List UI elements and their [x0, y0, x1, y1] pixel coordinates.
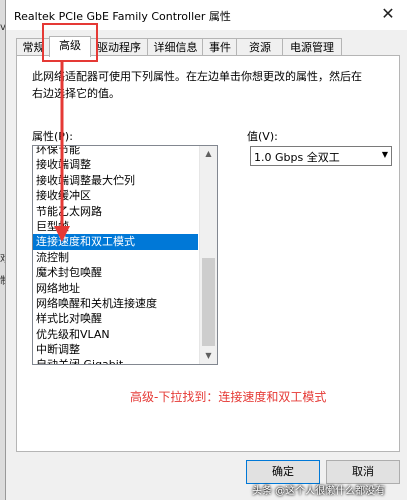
tab-power-management[interactable]: 电源管理: [282, 38, 342, 56]
property-list-item[interactable]: 巨型帧: [33, 219, 198, 234]
property-scrollbar[interactable]: ▲ ▼: [199, 146, 217, 364]
property-list-item[interactable]: 接收端调整: [33, 157, 198, 172]
cancel-button[interactable]: 取消: [326, 460, 400, 484]
property-list-item[interactable]: 流控制: [33, 250, 198, 265]
value-label: 值(V):: [247, 130, 278, 143]
value-dropdown[interactable]: 1.0 Gbps 全双工 ▼: [250, 146, 392, 166]
property-list-item[interactable]: 接收端调整最大伫列: [33, 173, 198, 188]
panel-description: 此网络适配器可使用下列属性。在左边单击你想更改的属性，然后在右边选择它的值。: [32, 70, 362, 100]
advanced-panel: 此网络适配器可使用下列属性。在左边单击你想更改的属性，然后在右边选择它的值。 属…: [16, 55, 400, 452]
scrollbar-thumb[interactable]: [202, 258, 215, 346]
property-listbox[interactable]: 环保节能 接收端调整 接收端调整最大伫列 接收缓冲区 节能乙太网路 巨型帧 连接速度和双工模…: [32, 145, 218, 365]
property-list-item[interactable]: 样式比对唤醒: [33, 311, 198, 326]
close-icon[interactable]: ✕: [378, 4, 398, 24]
property-label: 属性(P):: [32, 130, 73, 143]
tab-details[interactable]: 详细信息: [147, 38, 204, 56]
watermark-text: 头条 @这个人很懒什么都没有: [252, 486, 386, 497]
tab-driver[interactable]: 驱动程序: [89, 38, 149, 56]
property-list-item[interactable]: 优先级和VLAN: [33, 327, 198, 342]
value-dropdown-selected: 1.0 Gbps 全双工: [254, 151, 340, 164]
property-list-item[interactable]: 中断调整: [33, 342, 198, 357]
tab-advanced[interactable]: 高级: [49, 36, 91, 57]
tab-resources[interactable]: 资源: [236, 38, 284, 56]
property-list-item[interactable]: 魔术封包唤醒: [33, 265, 198, 280]
property-list-item[interactable]: 环保节能: [33, 146, 198, 157]
property-list-item[interactable]: 接收缓冲区: [33, 188, 198, 203]
property-list-item[interactable]: 连接速度和双工模式: [33, 234, 198, 250]
ok-button[interactable]: 确定: [246, 460, 320, 484]
tab-events[interactable]: 事件: [202, 38, 238, 56]
property-list-item[interactable]: 自动关闭 Gigabit: [33, 357, 198, 364]
chevron-down-icon[interactable]: ▼: [200, 348, 217, 364]
window-title: Realtek PCIe GbE Family Controller 属性: [14, 10, 231, 23]
chevron-down-icon[interactable]: ▼: [382, 150, 388, 159]
property-list-item[interactable]: 网络地址: [33, 281, 198, 296]
annotation-text: 高级-下拉找到：连接速度和双工模式: [130, 390, 327, 404]
property-list: 环保节能 接收端调整 接收端调整最大伫列 接收缓冲区 节能乙太网路 巨型帧 连接速度和双工模…: [33, 146, 198, 364]
property-list-item[interactable]: 节能乙太网路: [33, 204, 198, 219]
chevron-up-icon[interactable]: ▲: [200, 146, 217, 162]
properties-dialog: Realtek PCIe GbE Family Controller 属性 ✕ …: [5, 0, 407, 500]
property-list-item[interactable]: 网络唤醒和关机连接速度: [33, 296, 198, 311]
